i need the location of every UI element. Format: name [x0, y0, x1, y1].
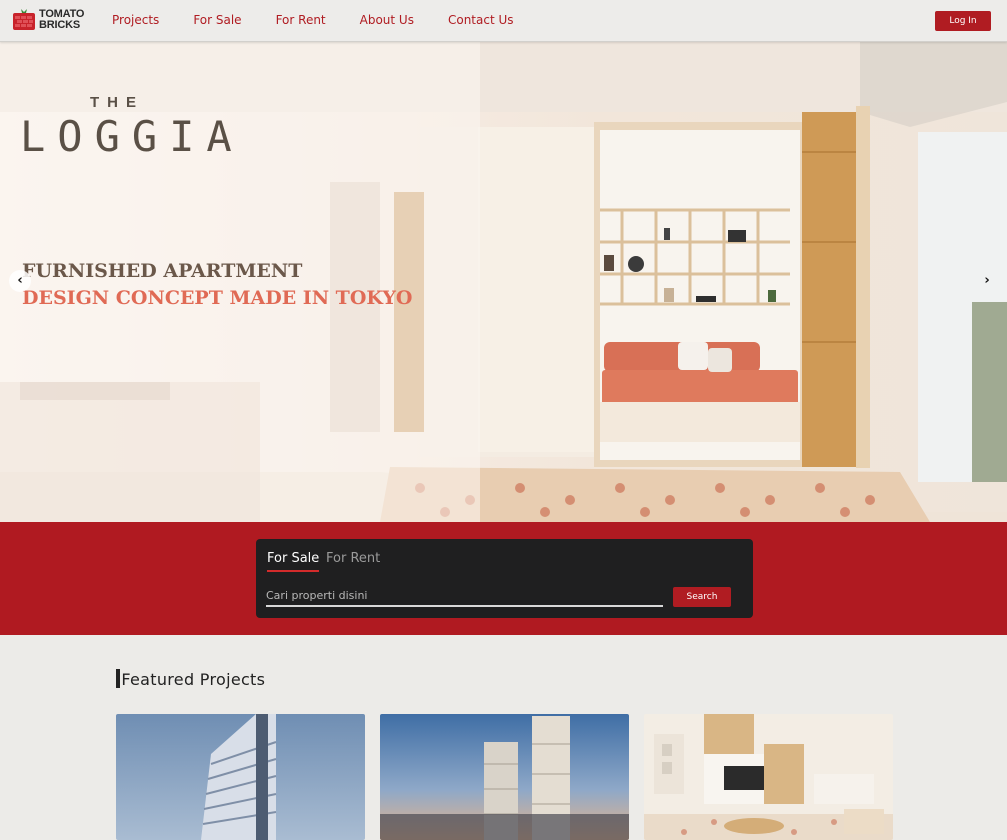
- login-button[interactable]: Log In: [935, 11, 991, 31]
- hero-carousel: THE LOGGIA FURNISHED APARTMENT DESIGN CO…: [0, 42, 1007, 522]
- hero-brand-prefix: THE: [90, 94, 144, 111]
- nav-about-us[interactable]: About Us: [360, 13, 414, 27]
- project-image-interior: [644, 714, 893, 840]
- featured-projects-title: Featured Projects: [116, 670, 265, 689]
- project-image-tower: [116, 714, 365, 840]
- featured-title-text: Featured Projects: [121, 670, 266, 689]
- project-card-2[interactable]: [380, 714, 629, 840]
- search-section: For Sale For Rent Search: [0, 522, 1007, 635]
- search-panel: For Sale For Rent Search: [256, 539, 753, 618]
- project-card-1[interactable]: [116, 714, 365, 840]
- main-nav: Projects For Sale For Rent About Us Cont…: [112, 13, 548, 27]
- tab-for-rent[interactable]: For Rent: [326, 551, 380, 566]
- search-button[interactable]: Search: [673, 587, 731, 607]
- chevron-right-icon: ›: [984, 273, 990, 288]
- project-image-skyline: [380, 714, 629, 840]
- site-logo[interactable]: TOMATO BRICKS: [12, 7, 92, 33]
- carousel-next-button[interactable]: ›: [976, 270, 998, 292]
- logo-text: TOMATO BRICKS: [39, 9, 84, 31]
- top-navbar: TOMATO BRICKS Projects For Sale For Rent…: [0, 0, 1007, 42]
- hero-headline: FURNISHED APARTMENT: [22, 260, 303, 282]
- project-card-3[interactable]: [644, 714, 893, 840]
- chevron-left-icon: ‹: [17, 273, 23, 288]
- hero-brand-name: LOGGIA: [20, 112, 244, 161]
- nav-for-rent[interactable]: For Rent: [276, 13, 326, 27]
- logo-line-2: BRICKS: [39, 19, 80, 31]
- carousel-prev-button[interactable]: ‹: [9, 270, 31, 292]
- hero-subheadline: DESIGN CONCEPT MADE IN TOKYO: [22, 287, 413, 309]
- nav-for-sale[interactable]: For Sale: [193, 13, 241, 27]
- property-search-input[interactable]: [266, 585, 663, 607]
- nav-projects[interactable]: Projects: [112, 13, 159, 27]
- nav-contact-us[interactable]: Contact Us: [448, 13, 514, 27]
- tab-for-sale[interactable]: For Sale: [267, 551, 320, 572]
- tomato-logo-icon: [12, 8, 36, 32]
